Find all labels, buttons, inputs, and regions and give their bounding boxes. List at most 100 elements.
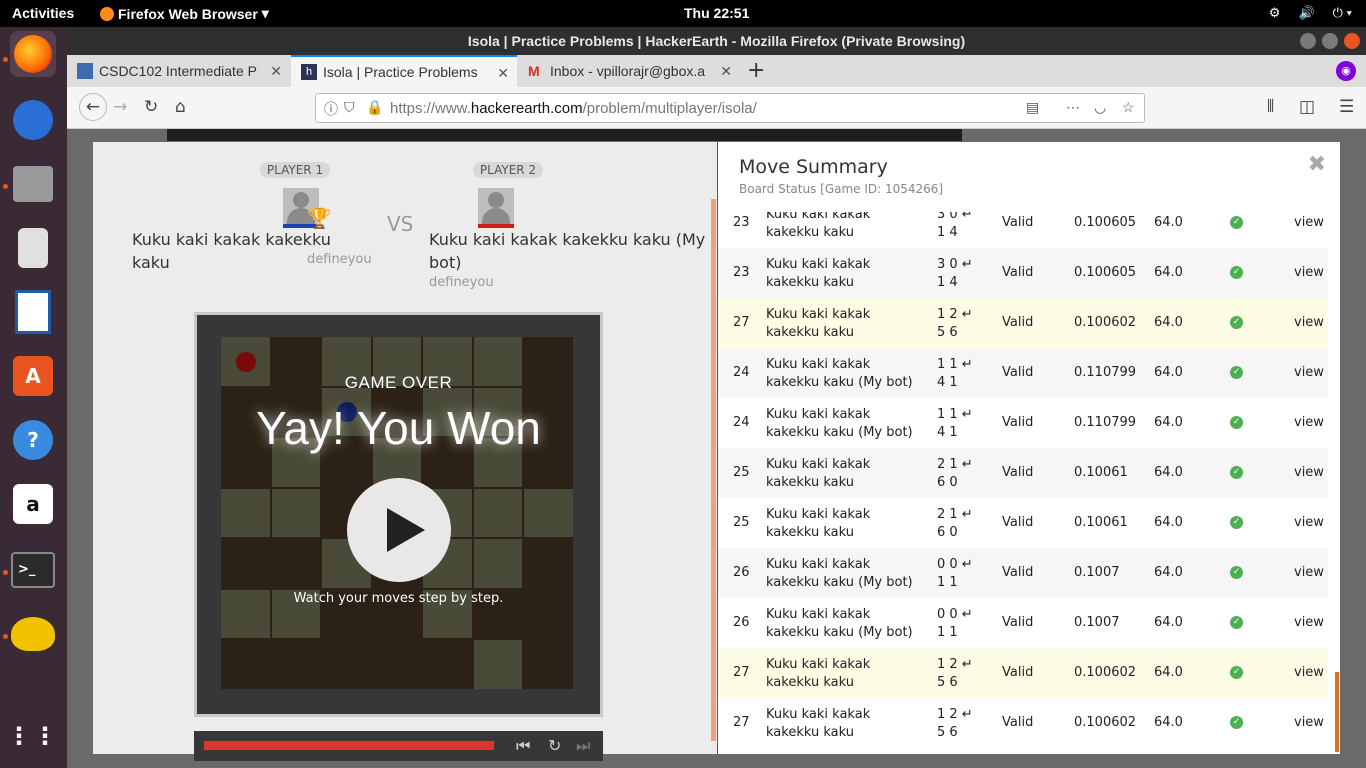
close-icon[interactable]: ✖ [1308, 152, 1326, 177]
replay-progress-bar[interactable] [204, 741, 494, 750]
page-actions-icon[interactable]: ⋯ [1066, 99, 1080, 116]
score-cell: 64.0 [1154, 265, 1183, 280]
close-window-button[interactable] [1344, 33, 1360, 49]
turn-cell: 25 [733, 515, 750, 530]
player2-username[interactable]: defineyou [429, 275, 494, 290]
view-link[interactable]: view [1294, 365, 1324, 380]
time-cell: 0.100602 [1074, 715, 1137, 730]
view-link[interactable]: view [1294, 315, 1324, 330]
check-icon: ✓ [1230, 266, 1243, 279]
turn-cell: 23 [733, 215, 750, 230]
clock[interactable]: Thu 22:51 [684, 5, 749, 21]
url-bar[interactable]: ⓘ ⛉ 🔒 https://www.hackerearth.com/proble… [315, 93, 1145, 123]
new-tab-button[interactable]: + [747, 58, 765, 83]
info-icon[interactable]: ⓘ [324, 99, 338, 119]
close-tab-icon[interactable]: ✕ [497, 65, 509, 82]
rhythmbox-dock-icon[interactable] [10, 225, 56, 271]
view-link[interactable]: view [1294, 665, 1324, 680]
writer-dock-icon[interactable] [10, 289, 56, 335]
view-link[interactable]: view [1294, 515, 1324, 530]
private-browsing-icon: ◉ [1336, 61, 1356, 81]
turn-cell: 26 [733, 615, 750, 630]
view-link[interactable]: view [1294, 215, 1324, 230]
library-icon[interactable]: ⫴ [1267, 97, 1274, 117]
activities-button[interactable]: Activities [12, 5, 74, 21]
pocket-icon[interactable]: ◡ [1094, 99, 1106, 116]
game-over-label: GAME OVER [344, 373, 453, 392]
skip-start-icon[interactable]: ⏮ [516, 736, 530, 756]
tab-label: CSDC102 Intermediate P [99, 63, 257, 79]
player2-name: Kuku kaki kakak kakekku kaku (My bot) [429, 230, 706, 272]
time-cell: 0.100602 [1074, 665, 1137, 680]
time-cell: 0.1007 [1074, 565, 1120, 580]
view-link[interactable]: view [1294, 715, 1324, 730]
time-cell: 0.100605 [1074, 265, 1137, 280]
tab-label: Inbox - vpillorajr@gbox.a [550, 63, 706, 79]
genie-dock-icon[interactable] [10, 611, 56, 657]
power-icon: ⏻ ▾ [1332, 5, 1352, 20]
table-row: 25 Kuku kaki kakak kakekku kaku 2 1 ↵ 6 0 V… [718, 448, 1328, 498]
reload-button[interactable]: ↻ [144, 97, 158, 117]
firefox-window: Isola | Practice Problems | HackerEarth … [67, 27, 1366, 768]
restart-icon[interactable]: ↻ [548, 736, 561, 755]
amazon-dock-icon[interactable]: a [10, 481, 56, 527]
replay-play-button[interactable] [347, 478, 451, 582]
page-background [167, 129, 962, 141]
tab-isola[interactable]: h Isola | Practice Problems ✕ [291, 55, 517, 87]
tracking-shield-icon[interactable]: ⛉ [344, 99, 355, 116]
minimize-button[interactable] [1300, 33, 1316, 49]
show-applications-icon[interactable]: ⋮⋮ [7, 713, 57, 759]
sidebar-icon[interactable]: ◫ [1299, 97, 1315, 117]
time-cell: 0.100602 [1074, 315, 1137, 330]
player-cell: Kuku kaki kakak kakekku kaku [766, 307, 871, 340]
score-cell: 64.0 [1154, 315, 1183, 330]
status-cell: Valid [1002, 615, 1034, 630]
forward-button[interactable]: → [113, 97, 127, 117]
software-dock-icon[interactable]: A [10, 353, 56, 399]
home-button[interactable]: ⌂ [175, 97, 186, 117]
lock-icon[interactable]: 🔒 [366, 99, 383, 116]
maximize-button[interactable] [1322, 33, 1338, 49]
time-cell: 0.10061 [1074, 515, 1128, 530]
game-over-overlay: GAME OVER Yay! You Won Watch your moves … [197, 315, 600, 714]
reader-view-icon[interactable]: ▤ [1026, 99, 1039, 116]
back-button[interactable]: ← [79, 93, 107, 121]
view-link[interactable]: view [1294, 415, 1324, 430]
scrollbar-thumb[interactable] [1335, 672, 1339, 752]
panel-accent-bar [711, 199, 716, 741]
view-link[interactable]: view [1294, 565, 1324, 580]
running-indicator [3, 634, 8, 639]
firefox-dock-icon[interactable] [10, 31, 56, 77]
app-menu[interactable]: Firefox Web Browser ▾ [100, 5, 269, 22]
tab-csdc102[interactable]: CSDC102 Intermediate P ✕ [67, 55, 290, 87]
url-text[interactable]: https://www.hackerearth.com/problem/mult… [390, 100, 757, 117]
player1-username[interactable]: defineyou [307, 252, 372, 267]
menu-icon[interactable]: ☰ [1339, 97, 1354, 117]
move-cell: 0 0 ↵ 1 1 [937, 557, 973, 590]
favicon-icon [77, 63, 93, 79]
help-dock-icon[interactable]: ? [10, 417, 56, 463]
tab-inbox[interactable]: M Inbox - vpillorajr@gbox.a ✕ [518, 55, 740, 87]
move-cell: 1 2 ↵ 5 6 [937, 657, 973, 690]
view-link[interactable]: view [1294, 265, 1324, 280]
files-dock-icon[interactable] [10, 161, 56, 207]
time-cell: 0.100605 [1074, 215, 1137, 230]
score-cell: 64.0 [1154, 365, 1183, 380]
move-cell: 2 1 ↵ 6 0 [937, 457, 973, 490]
view-link[interactable]: view [1294, 465, 1324, 480]
move-cell: 3 0 ↵ 1 4 [937, 257, 973, 290]
thunderbird-dock-icon[interactable] [10, 97, 56, 143]
player-cell: Kuku kaki kakak kakekku kaku [766, 657, 871, 690]
chevron-down-icon: ▾ [261, 5, 269, 21]
skip-end-icon[interactable]: ⏭ [576, 736, 590, 756]
bookmark-star-icon[interactable]: ☆ [1122, 99, 1135, 116]
check-icon: ✓ [1230, 516, 1243, 529]
player-cell: Kuku kaki kakak kakekku kaku (My bot) [766, 557, 913, 590]
close-tab-icon[interactable]: ✕ [720, 63, 732, 80]
system-tray[interactable]: ⚙ 🔊 ⏻ ▾ [1269, 5, 1352, 21]
time-cell: 0.110799 [1074, 415, 1137, 430]
terminal-dock-icon[interactable]: >_ [10, 547, 56, 593]
view-link[interactable]: view [1294, 615, 1324, 630]
close-tab-icon[interactable]: ✕ [270, 63, 282, 80]
player-cell: Kuku kaki kakak kakekku kaku (My bot) [766, 357, 913, 390]
